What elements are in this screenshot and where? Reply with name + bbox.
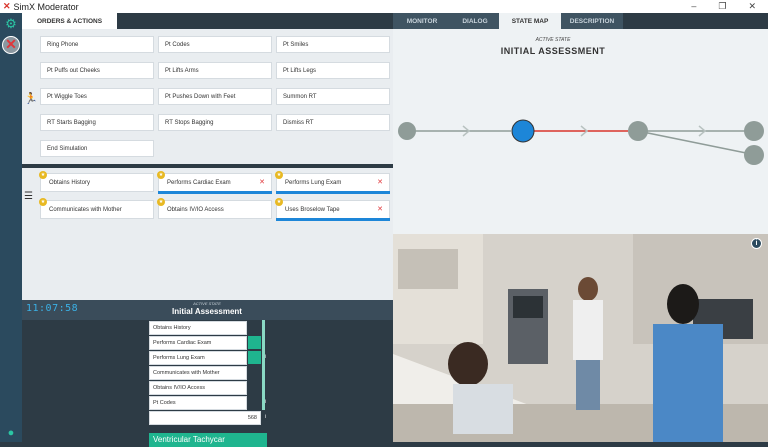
runner-icon: 🏃	[24, 93, 38, 105]
simulation-view	[393, 234, 768, 442]
checklist-item-label: Obtains History	[49, 179, 91, 186]
simulation-scene	[393, 234, 768, 442]
state-map-title: INITIAL ASSESSMENT	[500, 46, 606, 56]
star-icon: ★	[275, 198, 283, 206]
action-end-simulation[interactable]: End Simulation	[40, 140, 154, 157]
completed-indicator	[276, 191, 390, 194]
checklist-item-label: Performs Cardiac Exam	[167, 179, 231, 186]
action-ring-phone[interactable]: Ring Phone	[40, 36, 154, 53]
checklist-item-label: Performs Lung Exam	[285, 179, 342, 186]
action-pt-pushes-feet[interactable]: Pt Pushes Down with Feet	[158, 88, 272, 105]
slider-value: 568	[247, 415, 257, 421]
checklist-icon: ☰	[24, 191, 33, 202]
app-logo-icon: ✕	[3, 1, 11, 11]
maximize-button[interactable]: ❐	[718, 1, 726, 12]
tab-monitor[interactable]: MONITOR	[393, 13, 451, 29]
state-node	[744, 145, 764, 165]
completed-marker	[248, 336, 261, 349]
orders-panel: ORDERS & ACTIONS 🏃 Ring Phone Pt Codes P…	[22, 13, 393, 447]
gear-icon[interactable]: ⚙	[4, 17, 18, 31]
remove-icon[interactable]: ✕	[377, 205, 383, 213]
checklist-item-label: Communicates with Mother	[49, 206, 122, 213]
active-state-name: Initial Assessment	[172, 307, 242, 316]
remove-icon[interactable]: ✕	[377, 178, 383, 186]
title-bar: ✕ SimX Moderator – ❐ ✕	[0, 0, 768, 13]
star-icon: ★	[275, 171, 283, 179]
checklist-item-communicates-mother[interactable]: ★ Communicates with Mother	[39, 198, 154, 219]
timeline-row[interactable]: Obtains History	[149, 321, 247, 335]
action-pt-smiles[interactable]: Pt Smiles	[276, 36, 390, 53]
star-icon: ★	[39, 171, 47, 179]
action-pt-wiggle-toes[interactable]: Pt Wiggle Toes	[40, 88, 154, 105]
action-pt-lifts-arms[interactable]: Pt Lifts Arms	[158, 62, 272, 79]
action-rt-stops-bagging[interactable]: RT Stops Bagging	[158, 114, 272, 131]
timeline-row[interactable]: Obtains IV/IO Access	[149, 381, 247, 395]
timeline-row[interactable]: Communicates with Mother	[149, 366, 247, 380]
action-pt-codes[interactable]: Pt Codes	[158, 36, 272, 53]
checklist-item-obtains-history[interactable]: ★ Obtains History	[39, 171, 154, 192]
completed-indicator	[158, 191, 272, 194]
close-icon[interactable]: ✕	[2, 36, 20, 54]
timeline-scrollbar[interactable]	[262, 320, 265, 410]
minimize-button[interactable]: –	[691, 1, 696, 12]
slider-row[interactable]: 568	[149, 411, 261, 425]
tab-state-map[interactable]: STATE MAP	[499, 13, 561, 29]
timeline-row[interactable]: Performs Lung Exam	[149, 351, 247, 365]
checklist-item-label: Uses Broselow Tape	[285, 206, 340, 213]
state-node	[398, 122, 416, 140]
checklist-item-label: Obtains IV/IO Access	[167, 206, 224, 213]
sidebar: ⚙ ✕ ●	[0, 13, 22, 442]
state-node	[744, 121, 764, 141]
sim-timer: 11:07:58	[26, 303, 79, 314]
tab-dialog[interactable]: DIALOG	[451, 13, 499, 29]
next-state-label: Ventricular Tachycar	[153, 435, 225, 444]
star-icon: ★	[157, 198, 165, 206]
checklist-item-iv-io-access[interactable]: ★ Obtains IV/IO Access	[157, 198, 272, 219]
star-icon: ★	[157, 171, 165, 179]
right-tab-bar: MONITOR DIALOG STATE MAP DESCRIPTION	[393, 13, 768, 29]
action-pt-puffs-cheeks[interactable]: Pt Puffs out Cheeks	[40, 62, 154, 79]
info-icon[interactable]: i	[262, 414, 269, 421]
completed-indicator	[276, 218, 390, 221]
checklist-item-broselow-tape[interactable]: ★ Uses Broselow Tape ✕	[275, 198, 390, 221]
completed-marker	[248, 351, 261, 364]
timeline-header: 11:07:58 ACTIVE STATE Initial Assessment	[22, 300, 393, 320]
timeline-panel: Obtains History Performs Cardiac Exam Pe…	[22, 320, 393, 445]
action-summon-rt[interactable]: Summon RT	[276, 88, 390, 105]
action-pt-lifts-legs[interactable]: Pt Lifts Legs	[276, 62, 390, 79]
action-dismiss-rt[interactable]: Dismiss RT	[276, 114, 390, 131]
section-divider	[22, 164, 393, 168]
star-icon: ★	[39, 198, 47, 206]
checklist-item-lung-exam[interactable]: ★ Performs Lung Exam ✕	[275, 171, 390, 194]
window-title: SimX Moderator	[13, 1, 79, 12]
checklist-item-cardiac-exam[interactable]: ★ Performs Cardiac Exam ✕	[157, 171, 272, 194]
active-state-label: ACTIVE STATE	[193, 301, 221, 306]
tab-bar	[117, 13, 393, 29]
tab-orders-actions[interactable]: ORDERS & ACTIONS	[22, 13, 117, 29]
close-window-button[interactable]: ✕	[748, 1, 756, 12]
state-map-graph	[398, 119, 764, 165]
tab-description[interactable]: DESCRIPTION	[561, 13, 623, 29]
state-node	[628, 121, 648, 141]
state-edge	[637, 130, 752, 155]
timeline-row[interactable]: Performs Cardiac Exam	[149, 336, 247, 350]
action-rt-starts-bagging[interactable]: RT Starts Bagging	[40, 114, 154, 131]
mic-icon[interactable]: ●	[5, 427, 17, 441]
next-state-button[interactable]: Ventricular Tachycar	[149, 433, 267, 447]
timeline-row[interactable]: Pt Codes	[149, 396, 247, 410]
state-map-active-label: ACTIVE STATE	[535, 37, 571, 43]
remove-icon[interactable]: ✕	[259, 178, 265, 186]
state-node-active	[511, 119, 535, 143]
info-icon[interactable]: i	[751, 238, 762, 249]
